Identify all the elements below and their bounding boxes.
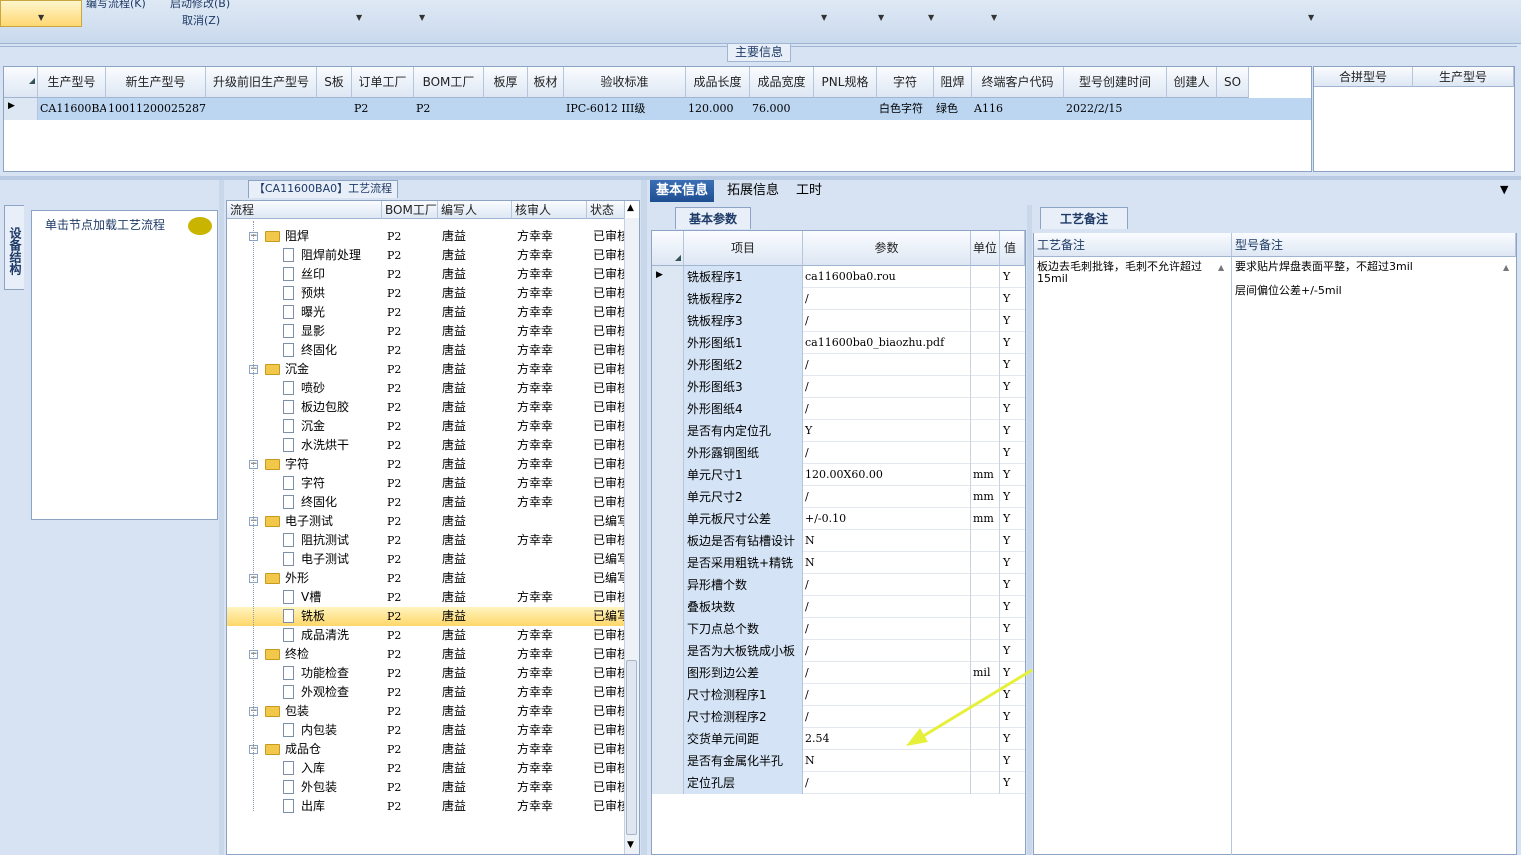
annotation-arrow-icon (906, 668, 1033, 746)
arrow-shaft (919, 668, 1033, 740)
arrow-head (906, 728, 928, 746)
